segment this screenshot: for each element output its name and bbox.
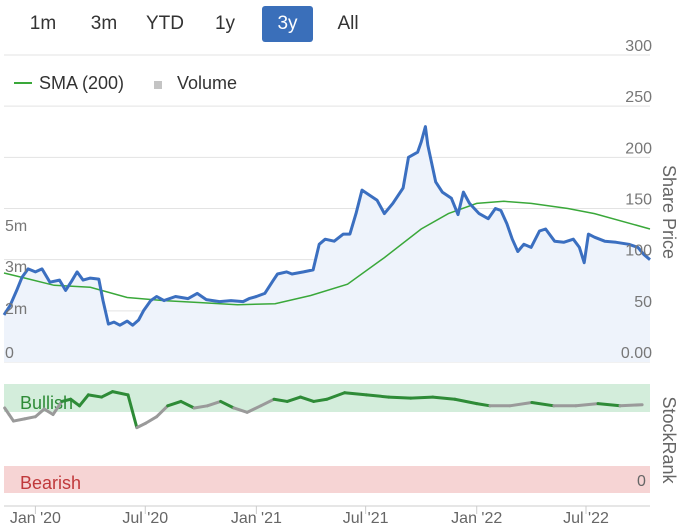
x-axis: Jan '20 Jul '20 Jan '21 Jul '21 Jan '22 Jul '…: [10, 506, 609, 527]
volume-legend-marker: [154, 81, 162, 89]
y-right-tick-label: 250: [625, 89, 652, 106]
x-tick-label: Jan '22: [451, 510, 502, 527]
y-right-tick-label: 50: [634, 294, 652, 311]
y-left-tick-label: 3m: [5, 259, 27, 276]
x-tick-label: Jul '20: [122, 510, 168, 527]
stockrank-segment: [11, 417, 27, 423]
stockrank-segment: [387, 395, 413, 400]
x-tick-label: Jan '20: [10, 510, 61, 527]
bearish-value: 0: [637, 473, 646, 490]
y-left-tick-label: 2m: [5, 301, 27, 318]
y-right-tick-label: 0.00: [621, 345, 652, 362]
x-tick-label: Jul '21: [343, 510, 389, 527]
y-right-tick-label: 200: [625, 140, 652, 157]
x-tick-label: Jan '21: [231, 510, 282, 527]
y-left-tick-label: 5m: [5, 218, 27, 235]
y-right-tick-label: 100: [625, 243, 652, 260]
price-chart: SMA (200) Volume 300 250 200 150 100 50 0.00 5…: [2, 38, 679, 527]
y-left-tick-label: 0: [5, 345, 14, 362]
stockrank-segment: [618, 403, 644, 408]
stockrank-segment: [409, 395, 435, 400]
stockrank-segment: [144, 415, 159, 425]
bearish-label: Bearish: [20, 473, 81, 493]
bearish-band: [4, 466, 650, 493]
sma-legend-label: SMA (200): [39, 73, 124, 93]
x-tick-label: Jul '22: [563, 510, 609, 527]
legend[interactable]: SMA (200) Volume: [14, 73, 237, 93]
y-right-tick-label: 150: [625, 192, 652, 209]
price-area-fill: [4, 126, 650, 362]
stockrank-title: StockRank: [659, 396, 679, 484]
y-axis-right-title: Share Price: [659, 165, 679, 259]
volume-legend-label: Volume: [177, 73, 237, 93]
y-right-tick-label: 300: [625, 38, 652, 55]
stockrank-segment: [23, 415, 37, 421]
